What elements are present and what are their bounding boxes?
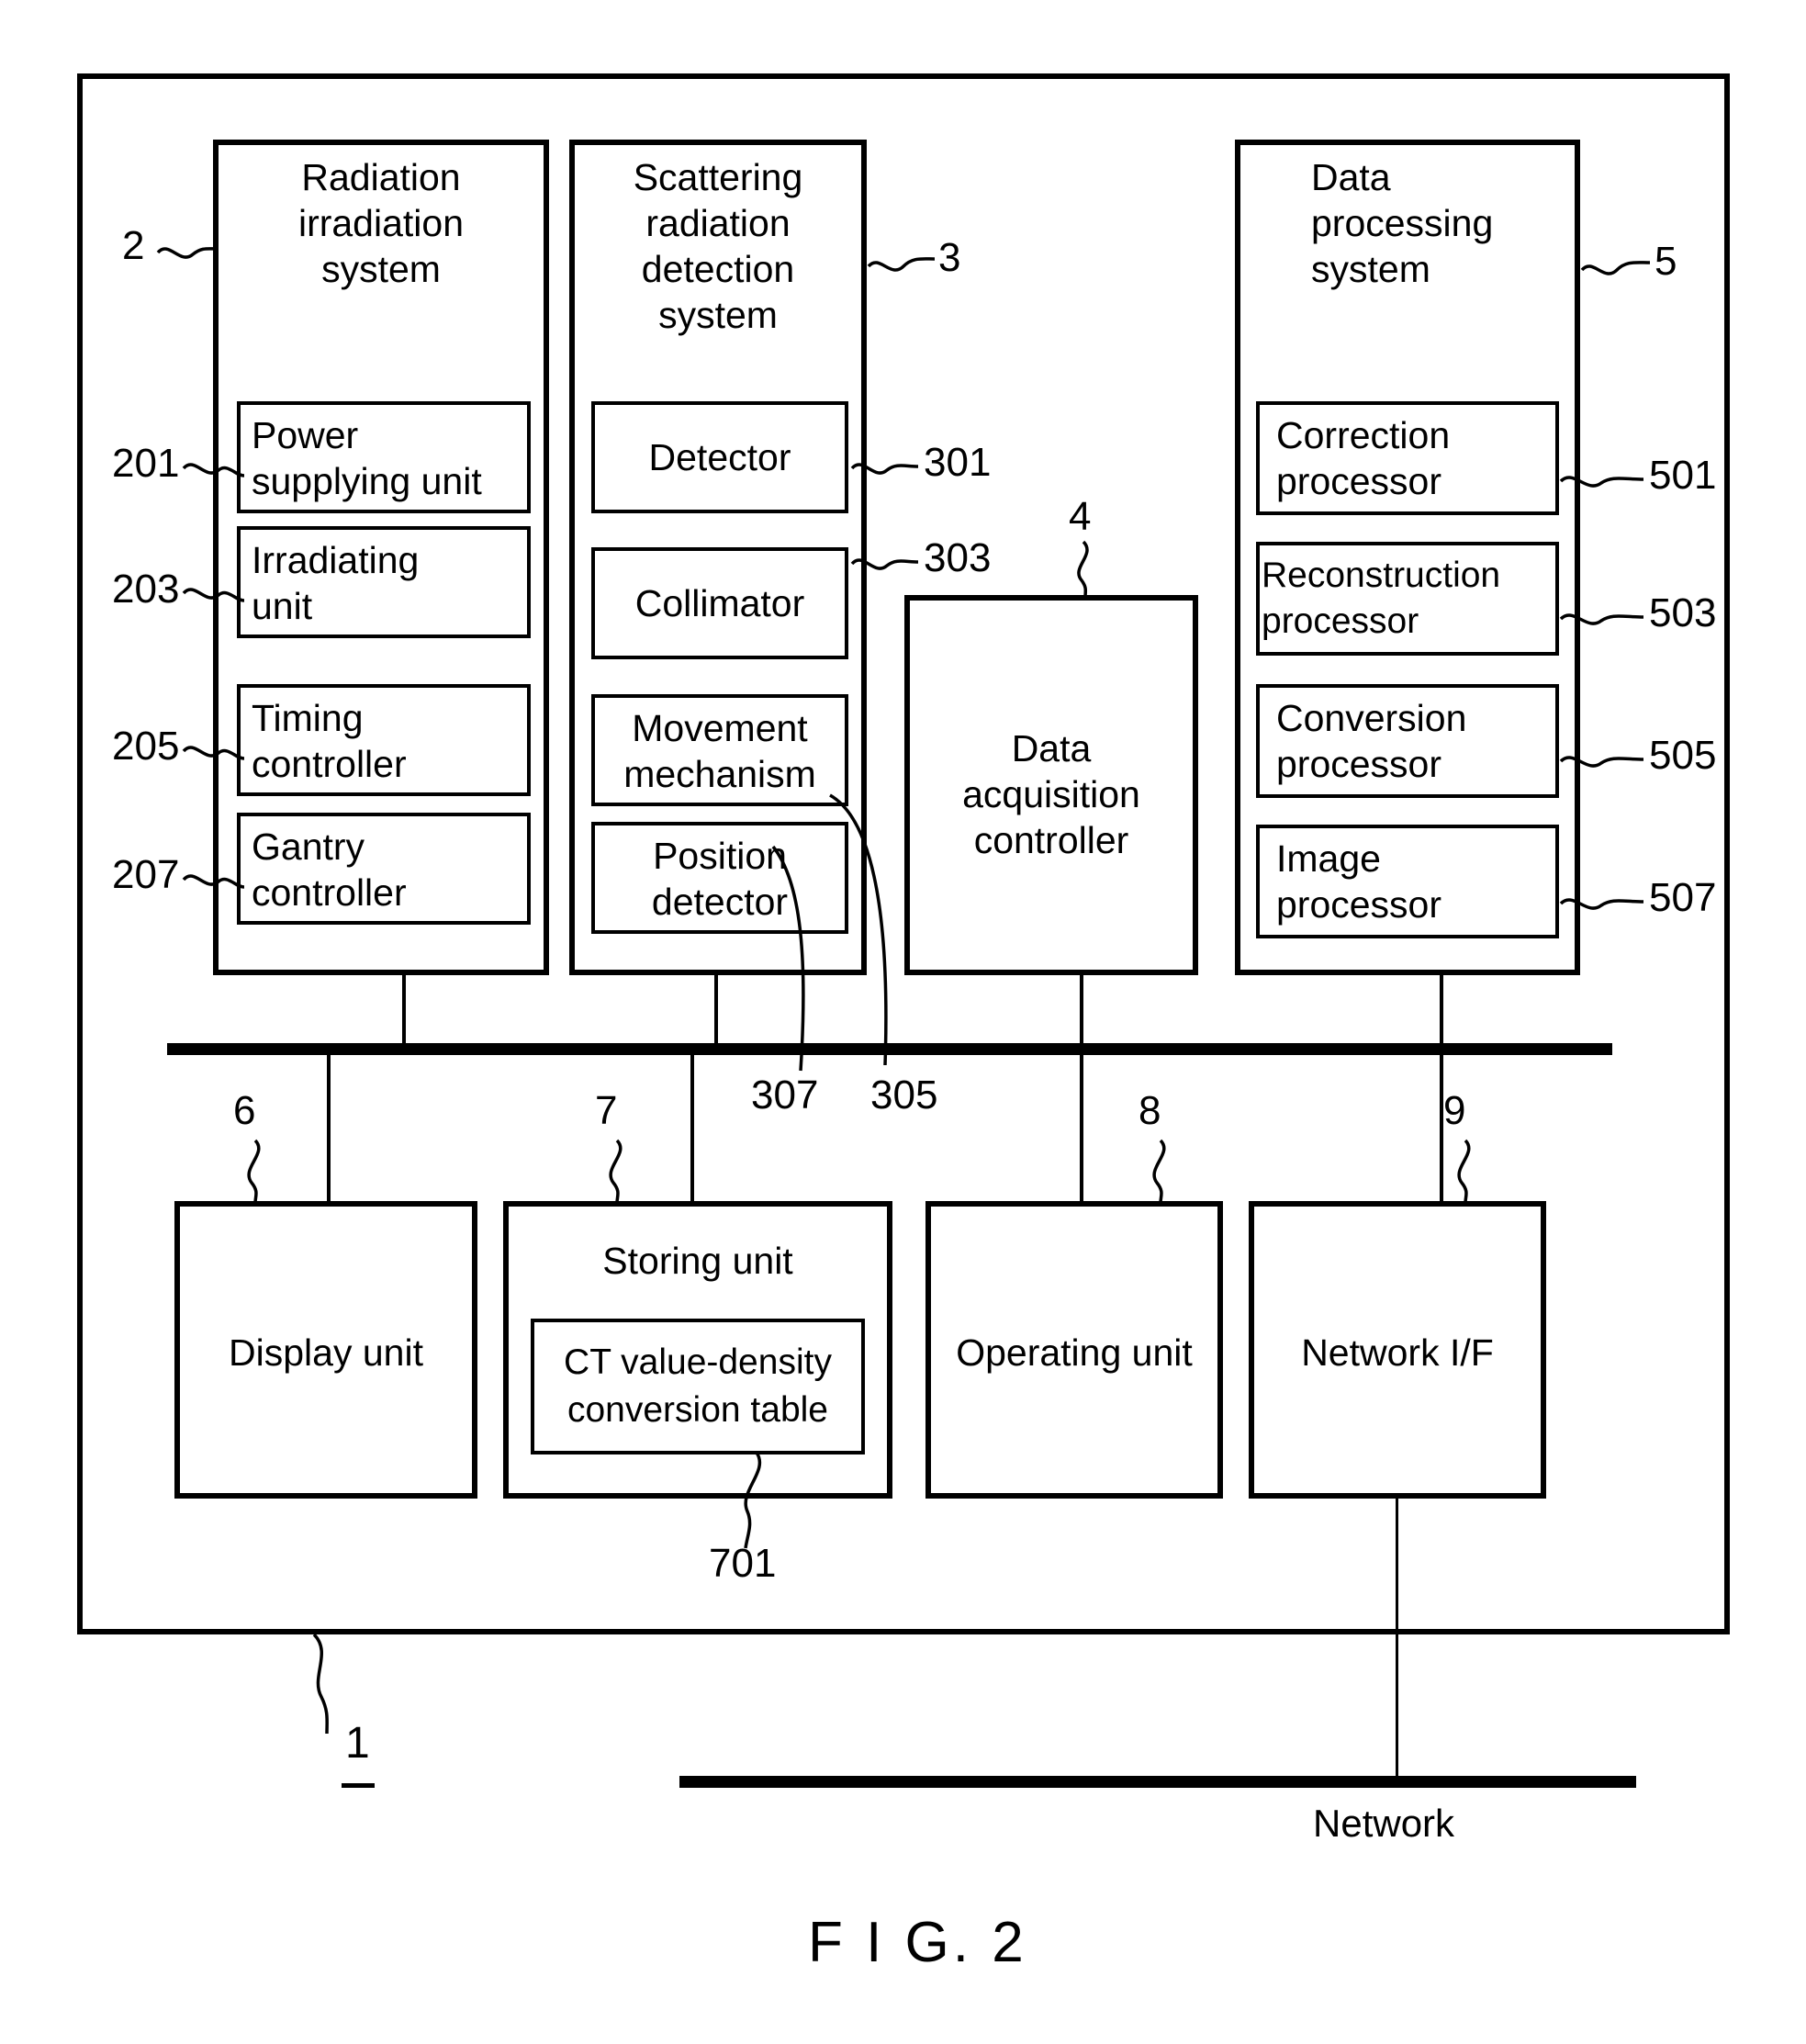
ref-5: 5 [1655, 239, 1677, 284]
bus-drop-radiation-system [402, 975, 406, 1045]
ref-303: 303 [924, 535, 992, 580]
leader-205 [182, 746, 245, 760]
bus-drop-data-processing-system [1440, 975, 1443, 1045]
ref-501: 501 [1649, 453, 1717, 498]
block-conversion-processor-label: Conversion processor [1276, 697, 1467, 785]
leader-5 [1580, 261, 1651, 275]
ref-4: 4 [1069, 494, 1092, 539]
block-collimator-label: Collimator [634, 582, 805, 624]
block-ct-value-density-conversion-table-label: CT value-density conversion table [564, 1342, 832, 1430]
block-correction-processor-label: Correction processor [1276, 414, 1451, 502]
ref-3: 3 [938, 235, 961, 280]
ref-205: 205 [112, 724, 180, 769]
block-display-unit-label: Display unit [229, 1331, 423, 1374]
block-timing-controller-label: Timing controller [252, 697, 407, 785]
leader-7 [609, 1139, 623, 1204]
network-bus-label: Network [1313, 1802, 1455, 1845]
block-operating-unit-label: Operating unit [956, 1331, 1193, 1374]
system-data-processing-title: Data processing system [1311, 156, 1494, 290]
leader-501 [1559, 476, 1644, 488]
ref-305: 305 [870, 1073, 938, 1117]
leader-6 [247, 1139, 261, 1204]
bus-drop-scattering-system [714, 975, 718, 1045]
block-gantry-controller-label: Gantry controller [252, 825, 407, 914]
block-detector-label: Detector [648, 436, 791, 478]
ref-1-underline [342, 1783, 375, 1788]
block-storing-unit-label: Storing unit [602, 1240, 793, 1282]
leader-4 [1077, 540, 1089, 598]
leader-8 [1152, 1139, 1166, 1204]
ref-9: 9 [1443, 1088, 1466, 1133]
ref-505: 505 [1649, 733, 1717, 778]
figure-caption: F I G. 2 [808, 1911, 1027, 1974]
ref-8: 8 [1139, 1088, 1161, 1133]
block-irradiating-unit-label: Irradiating unit [252, 539, 420, 627]
ref-301: 301 [924, 440, 992, 485]
leader-505 [1559, 756, 1644, 768]
leader-305 [829, 793, 888, 1066]
ref-207: 207 [112, 852, 180, 897]
leader-307 [771, 845, 805, 1072]
leader-201 [182, 463, 245, 477]
bus-drop-storing-unit [690, 1052, 694, 1201]
block-image-processor-label: Image processor [1276, 837, 1442, 926]
ref-203: 203 [112, 567, 180, 612]
ref-6: 6 [233, 1088, 256, 1133]
block-power-supplying-unit-label: Power supplying unit [252, 414, 482, 502]
ref-2: 2 [122, 223, 145, 268]
leader-301 [850, 463, 919, 475]
block-data-acquisition-controller-label: Data acquisition controller [962, 727, 1140, 861]
ref-307: 307 [751, 1073, 819, 1117]
leader-207 [182, 874, 245, 889]
leader-203 [182, 588, 245, 602]
leader-503 [1559, 613, 1644, 625]
system-bus [167, 1043, 1612, 1055]
leader-701 [744, 1451, 762, 1549]
leader-9 [1457, 1139, 1471, 1204]
system-radiation-irradiation-title: Radiation irradiation system [297, 156, 465, 290]
ref-1: 1 [345, 1719, 370, 1768]
patent-figure-page: Radiation irradiation system 2 Power sup… [0, 0, 1806, 2044]
block-reconstruction-processor-label: Reconstruction processor [1262, 556, 1501, 641]
bus-drop-operating-unit [1080, 1052, 1083, 1201]
leader-507 [1559, 898, 1644, 910]
block-network-interface-label: Network I/F [1301, 1331, 1494, 1374]
system-scattering-radiation-detection-title: Scattering radiation detection system [633, 156, 803, 336]
leader-3 [867, 257, 936, 272]
block-movement-mechanism-label: Movement mechanism [623, 707, 816, 795]
bus-drop-acquisition-controller [1080, 975, 1083, 1045]
ref-701: 701 [709, 1541, 777, 1586]
ref-201: 201 [112, 441, 180, 486]
leader-303 [850, 558, 919, 570]
ref-7: 7 [595, 1088, 618, 1133]
network-bus [679, 1776, 1636, 1788]
bus-drop-display-unit [327, 1052, 331, 1201]
ref-503: 503 [1649, 590, 1717, 635]
network-connection-line [1396, 1499, 1398, 1781]
leader-2 [156, 247, 219, 259]
ref-507: 507 [1649, 875, 1717, 920]
